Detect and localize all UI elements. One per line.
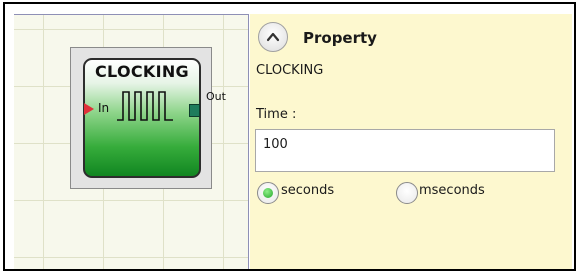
seconds-label[interactable]: seconds	[281, 183, 334, 198]
collapse-chevron-up-icon	[266, 32, 280, 42]
time-input[interactable]	[255, 129, 555, 172]
seconds-radio[interactable]	[257, 182, 279, 204]
radio-selected-dot	[263, 188, 273, 198]
collapse-button[interactable]	[258, 22, 288, 52]
panel-subtitle: CLOCKING	[256, 63, 324, 78]
input-arrow-icon[interactable]	[84, 103, 94, 115]
mseconds-label[interactable]: mseconds	[419, 183, 485, 198]
time-label: Time :	[256, 107, 297, 122]
mseconds-radio[interactable]	[396, 182, 418, 204]
block-title: CLOCKING	[95, 62, 189, 81]
output-pin-icon[interactable]	[189, 104, 200, 117]
clock-pulse-icon	[117, 91, 173, 121]
output-pin-label: Out	[206, 90, 226, 103]
panel-title: Property	[303, 29, 377, 47]
input-pin-label: In	[98, 101, 110, 115]
